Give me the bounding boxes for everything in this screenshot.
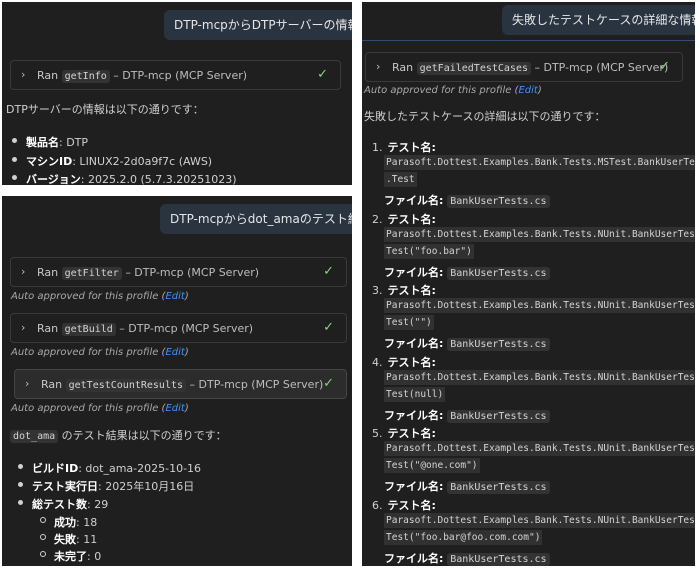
check-icon: ✓	[317, 67, 328, 82]
test-name-code: Parasoft.Dottest.Examples.Bank.Tests.NUn…	[384, 298, 695, 313]
tool-call-label: Ran getFailedTestCases – DTP-mcp (MCP Se…	[392, 61, 669, 75]
test-name-code-cont: Test("foo.bar")	[384, 243, 474, 259]
auto-approved-note: Auto approved for this profile (Edit)	[364, 85, 542, 96]
tool-server: – DTP-mcp (MCP Server)	[113, 69, 248, 82]
response-intro: DTPサーバーの情報は以下の通りです：	[6, 103, 204, 116]
sub-list-item: 失敗: 11	[40, 531, 97, 547]
tool-server: – DTP-mcp (MCP Server)	[534, 61, 669, 74]
test-name-code-cont: Test("@one.com")	[384, 458, 480, 473]
tool-name: getTestCountResults	[65, 379, 187, 392]
check-icon: ✓	[659, 59, 670, 74]
tool-call-getfailedtestcases[interactable]: › Ran getFailedTestCases – DTP-mcp (MCP …	[365, 52, 683, 82]
tool-call-getinfo[interactable]: › Ran getInfo – DTP-mcp (MCP Server) ✓	[10, 60, 341, 90]
test-name-code: Parasoft.Dottest.Examples.Bank.Tests.MST…	[384, 155, 695, 170]
tool-server: – DTP-mcp (MCP Server)	[189, 378, 324, 391]
check-icon: ✓	[323, 376, 334, 391]
sub-list-item: 成功: 18	[40, 514, 97, 530]
test-name-code-cont: Test("foo.bar@foo.com.com")	[384, 529, 543, 545]
file-name: ファイル名: BankUserTests.cs	[384, 335, 550, 351]
edit-link[interactable]: Edit	[518, 85, 537, 96]
chat-panel-test-results: DTP-mcpからdot_amaのテスト結果 › Ran getFilter –…	[2, 196, 352, 566]
tool-call-label: Ran getFilter – DTP-mcp (MCP Server)	[37, 266, 260, 280]
tool-name: getBuild	[61, 323, 116, 336]
test-name-code: Parasoft.Dottest.Examples.Bank.Tests.NUn…	[384, 512, 695, 528]
test-name-heading: 2. テスト名:	[372, 212, 436, 226]
tool-call-label: Ran getInfo – DTP-mcp (MCP Server)	[37, 69, 248, 83]
auto-approved-note: Auto approved for this profile (Edit)	[11, 403, 189, 414]
tool-call-getfilter[interactable]: › Ran getFilter – DTP-mcp (MCP Server) ✓	[10, 257, 347, 287]
auto-approved-note: Auto approved for this profile (Edit)	[11, 291, 189, 302]
edit-link[interactable]: Edit	[165, 403, 184, 414]
response-intro: 失敗したテストケースの詳細は以下の通りです：	[364, 110, 606, 123]
user-message-bubble: DTP-mcpからDTPサーバーの情報	[164, 10, 352, 40]
test-name-heading: 6. テスト名:	[372, 498, 436, 512]
tool-call-getbuild[interactable]: › Ran getBuild – DTP-mcp (MCP Server) ✓	[10, 313, 347, 343]
chevron-right-icon: ›	[376, 60, 381, 73]
tool-server: – DTP-mcp (MCP Server)	[125, 266, 260, 279]
file-name: ファイル名: BankUserTests.cs	[384, 264, 550, 280]
list-item: 製品名: DTP	[12, 134, 88, 150]
user-message-bubble: DTP-mcpからdot_amaのテスト結果	[160, 204, 352, 234]
list-item: テスト実行日: 2025年10月16日	[18, 478, 194, 494]
chevron-right-icon: ›	[21, 321, 26, 334]
file-name: ファイル名: BankUserTests.cs	[384, 407, 550, 423]
tool-call-label: Ran getTestCountResults – DTP-mcp (MCP S…	[41, 378, 324, 392]
chevron-right-icon: ›	[21, 68, 26, 81]
chat-panel-server-info: DTP-mcpからDTPサーバーの情報 › Ran getInfo – DTP-…	[2, 2, 352, 185]
chat-panel-failed-tests: 失敗したテストケースの詳細な情報 › Ran getFailedTestCase…	[362, 2, 695, 566]
tool-server: – DTP-mcp (MCP Server)	[119, 322, 254, 335]
list-item: ビルドID: dot_ama-2025-10-16	[18, 460, 201, 476]
test-name-code: Parasoft.Dottest.Examples.Bank.Tests.NUn…	[384, 441, 695, 456]
user-message-bubble: 失敗したテストケースの詳細な情報	[502, 5, 695, 35]
sub-list-item: 未完了: 0	[40, 548, 101, 564]
check-icon: ✓	[323, 264, 334, 279]
tool-name: getFailedTestCases	[416, 62, 531, 75]
test-name-heading: 3. テスト名:	[372, 284, 436, 297]
test-name-heading: 4. テスト名:	[372, 355, 436, 369]
test-name-heading: 1. テスト名:	[372, 141, 436, 154]
chevron-right-icon: ›	[21, 265, 26, 278]
list-item: マシンID: LINUX2-2d0a9f7c (AWS)	[12, 153, 212, 169]
edit-link[interactable]: Edit	[165, 291, 184, 302]
edit-link[interactable]: Edit	[165, 347, 184, 358]
test-name-code: Parasoft.Dottest.Examples.Bank.Tests.NUn…	[384, 369, 695, 385]
tool-name: getFilter	[61, 267, 122, 280]
list-item: 総テスト数: 29	[18, 496, 108, 512]
chevron-right-icon: ›	[25, 377, 30, 390]
check-icon: ✓	[323, 320, 334, 335]
test-name-code-cont: Test("")	[384, 315, 434, 330]
test-name-code-cont: Test(null)	[384, 386, 446, 402]
response-intro: dot_ama のテスト結果は以下の通りです：	[10, 427, 227, 443]
tool-name: getInfo	[61, 70, 110, 83]
tool-call-label: Ran getBuild – DTP-mcp (MCP Server)	[37, 322, 254, 336]
file-name: ファイル名: BankUserTests.cs	[384, 478, 550, 494]
test-name-heading: 5. テスト名:	[372, 427, 436, 440]
file-name: ファイル名: BankUserTests.cs	[384, 192, 550, 208]
file-name: ファイル名: BankUserTests.cs	[384, 550, 550, 566]
auto-approved-note: Auto approved for this profile (Edit)	[11, 347, 189, 358]
tool-call-gettestcountresults[interactable]: › Ran getTestCountResults – DTP-mcp (MCP…	[14, 369, 347, 399]
test-name-code-cont: .Test	[384, 172, 417, 187]
list-item: バージョン: 2025.2.0 (5.7.3.20251023)	[12, 171, 237, 185]
test-name-code: Parasoft.Dottest.Examples.Bank.Tests.NUn…	[384, 226, 695, 242]
